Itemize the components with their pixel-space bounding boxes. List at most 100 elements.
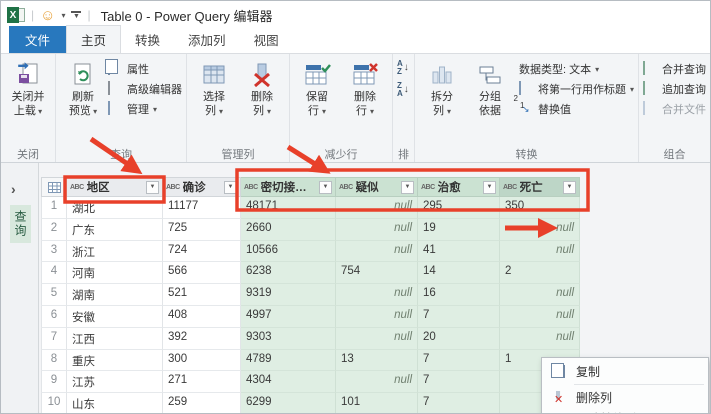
table-cell[interactable]: null (500, 284, 580, 306)
table-cell[interactable]: 566 (163, 262, 241, 284)
select-all-corner-button[interactable] (41, 177, 67, 197)
column-header-close-contacts[interactable]: ABC 密切接… ▼ (241, 177, 336, 197)
row-number[interactable]: 1 (41, 197, 67, 219)
table-cell[interactable]: null (500, 219, 580, 241)
table-cell[interactable]: 16 (418, 284, 500, 306)
table-cell[interactable]: null (336, 219, 418, 241)
row-number[interactable]: 6 (41, 306, 67, 328)
row-number[interactable]: 10 (41, 393, 67, 414)
column-header-region[interactable]: ABC 地区 ▼ (67, 177, 163, 197)
quick-access-toolbar-icon[interactable]: ▼ (71, 11, 81, 20)
sort-ascending-button[interactable]: AZ ↓ (397, 60, 409, 76)
table-cell[interactable]: null (336, 241, 418, 263)
menu-item-copy[interactable]: 复制 (542, 361, 708, 382)
table-cell[interactable]: null (336, 197, 418, 219)
table-cell[interactable]: 6299 (241, 393, 336, 414)
filter-dropdown-button[interactable]: ▼ (563, 181, 576, 194)
tab-home[interactable]: 主页 (66, 25, 121, 53)
table-cell[interactable]: 11177 (163, 197, 241, 219)
filter-dropdown-button[interactable]: ▼ (319, 181, 332, 194)
table-cell[interactable]: 湖北 (67, 197, 163, 219)
table-cell[interactable]: 广东 (67, 219, 163, 241)
table-cell[interactable]: 4997 (241, 306, 336, 328)
filter-dropdown-button[interactable]: ▼ (224, 181, 237, 194)
filter-dropdown-button[interactable]: ▼ (146, 181, 159, 194)
tab-add-column[interactable]: 添加列 (174, 26, 240, 53)
table-cell[interactable]: null (500, 241, 580, 263)
table-cell[interactable]: null (336, 328, 418, 350)
tab-transform[interactable]: 转换 (121, 26, 174, 53)
table-cell[interactable]: null (336, 306, 418, 328)
keep-rows-button[interactable]: 保留 行 (294, 57, 340, 119)
table-cell[interactable]: null (500, 306, 580, 328)
manage-button[interactable]: 管理 (108, 101, 182, 117)
advanced-editor-button[interactable]: 高级编辑器 (108, 81, 182, 97)
split-column-button[interactable]: 拆分 列 (419, 57, 465, 119)
table-cell[interactable]: 安徽 (67, 306, 163, 328)
group-by-button[interactable]: 分组 依据 (467, 57, 513, 119)
menu-item-delete-columns[interactable]: 删除列 (542, 387, 708, 408)
refresh-preview-button[interactable]: 刷新 预览 (60, 57, 106, 119)
table-cell[interactable]: 48171 (241, 197, 336, 219)
table-cell[interactable]: null (336, 371, 418, 393)
table-cell[interactable]: 259 (163, 393, 241, 414)
table-cell[interactable]: 浙江 (67, 241, 163, 263)
table-cell[interactable]: null (336, 284, 418, 306)
table-cell[interactable]: 19 (418, 219, 500, 241)
expand-queries-pane-button[interactable]: › (11, 181, 16, 197)
menu-item-delete-other-columns[interactable]: 删除其他列 (542, 408, 708, 414)
table-cell[interactable]: 295 (418, 197, 500, 219)
table-cell[interactable]: 754 (336, 262, 418, 284)
table-cell[interactable]: 7 (418, 350, 500, 372)
table-cell[interactable]: 13 (336, 350, 418, 372)
table-cell[interactable]: 山东 (67, 393, 163, 414)
row-number[interactable]: 8 (41, 350, 67, 372)
close-and-load-button[interactable]: 关闭并 上载 (5, 57, 51, 119)
table-cell[interactable]: 41 (418, 241, 500, 263)
row-number[interactable]: 5 (41, 284, 67, 306)
table-cell[interactable]: 20 (418, 328, 500, 350)
row-number[interactable]: 2 (41, 219, 67, 241)
table-cell[interactable]: 521 (163, 284, 241, 306)
data-type-button[interactable]: 数据类型: 文本 (519, 61, 634, 77)
table-cell[interactable]: 江苏 (67, 371, 163, 393)
row-number[interactable]: 4 (41, 262, 67, 284)
column-header-cured[interactable]: ABC 治愈 ▼ (418, 177, 500, 197)
table-cell[interactable]: 14 (418, 262, 500, 284)
table-cell[interactable]: 重庆 (67, 350, 163, 372)
table-cell[interactable]: 392 (163, 328, 241, 350)
tab-file[interactable]: 文件 (9, 26, 66, 53)
row-number[interactable]: 7 (41, 328, 67, 350)
merge-queries-button[interactable]: 合并查询 (643, 61, 706, 77)
table-cell[interactable]: 101 (336, 393, 418, 414)
table-cell[interactable]: 2660 (241, 219, 336, 241)
table-cell[interactable]: 300 (163, 350, 241, 372)
tab-view[interactable]: 视图 (240, 26, 293, 53)
table-cell[interactable]: 350 (500, 197, 580, 219)
table-cell[interactable]: 湖南 (67, 284, 163, 306)
table-cell[interactable]: 江西 (67, 328, 163, 350)
column-header-suspected[interactable]: ABC 疑似 ▼ (336, 177, 418, 197)
properties-button[interactable]: 属性 (108, 61, 182, 77)
append-queries-button[interactable]: 追加查询 (643, 81, 706, 97)
table-cell[interactable]: 7 (418, 306, 500, 328)
sort-descending-button[interactable]: ZA ↓ (397, 82, 409, 98)
table-cell[interactable]: null (500, 328, 580, 350)
table-cell[interactable]: 6238 (241, 262, 336, 284)
use-first-row-as-headers-button[interactable]: 将第一行用作标题 (519, 81, 634, 97)
table-cell[interactable]: 7 (418, 371, 500, 393)
combine-files-button[interactable]: 合并文件 (643, 101, 706, 117)
choose-columns-button[interactable]: 选择 列 (191, 57, 237, 119)
table-cell[interactable]: 10566 (241, 241, 336, 263)
feedback-smiley-icon[interactable]: ☺ (40, 8, 55, 23)
replace-values-button[interactable]: 1↘2 替换值 (519, 101, 634, 117)
table-cell[interactable]: 9303 (241, 328, 336, 350)
table-cell[interactable]: 2 (500, 262, 580, 284)
column-header-deaths[interactable]: ABC 死亡 ▼ (500, 177, 580, 197)
filter-dropdown-button[interactable]: ▼ (401, 181, 414, 194)
smiley-dropdown-caret-icon[interactable]: ▾ (61, 11, 65, 20)
filter-dropdown-button[interactable]: ▼ (483, 181, 496, 194)
table-cell[interactable]: 4304 (241, 371, 336, 393)
queries-pane-label[interactable]: 查询 (10, 205, 31, 243)
row-number[interactable]: 9 (41, 371, 67, 393)
